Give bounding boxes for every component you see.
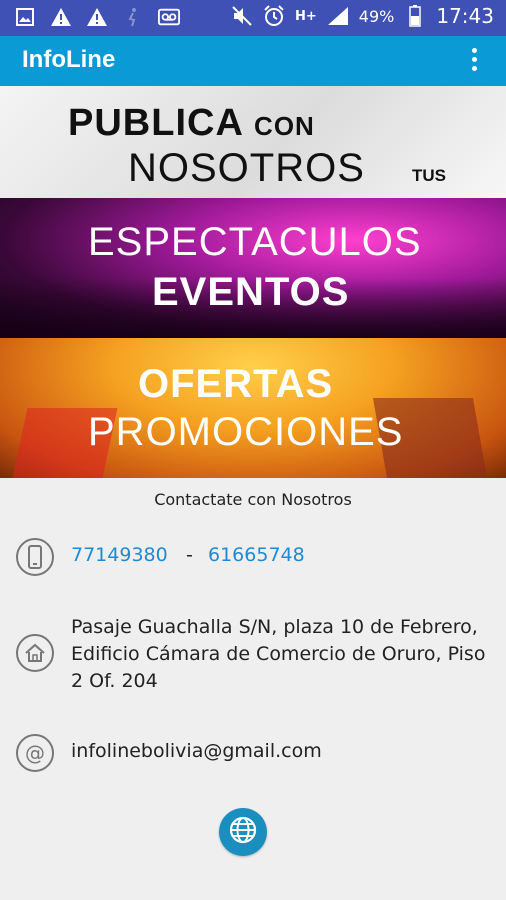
publica-banner[interactable]: PUBLICA CON NOSOTROS TUS <box>0 86 506 198</box>
clock: 17:43 <box>436 4 494 28</box>
nosotros-word: NOSOTROS <box>128 146 365 190</box>
ofertas-text: OFERTAS <box>138 362 334 406</box>
promociones-text: PROMOCIONES <box>88 410 404 454</box>
signal-icon <box>327 5 349 27</box>
battery-percent: 49% <box>358 6 395 26</box>
overflow-menu-icon[interactable] <box>464 48 484 74</box>
espectaculos-banner[interactable]: ESPECTACULOS EVENTOS <box>0 198 506 338</box>
ofertas-banner[interactable]: OFERTAS PROMOCIONES <box>0 338 506 478</box>
phone-separator: - <box>186 544 193 566</box>
app-bar: InfoLine <box>0 36 506 86</box>
home-icon <box>16 634 54 672</box>
website-button[interactable] <box>219 808 267 856</box>
phone-link-2[interactable]: 61665748 <box>208 544 305 566</box>
voicemail-icon <box>158 6 180 28</box>
publica-word: PUBLICA <box>68 102 243 144</box>
tus-word: TUS <box>412 166 446 185</box>
publica-headline: PUBLICA CON <box>68 102 315 145</box>
battery-icon <box>404 5 426 27</box>
globe-icon <box>228 815 258 849</box>
email-row: @ infolinebolivia@gmail.com <box>0 732 506 776</box>
image-notification-icon <box>14 6 36 28</box>
eventos-text: EVENTOS <box>152 270 350 314</box>
at-sign-icon: @ <box>16 734 54 772</box>
contact-title: Contactate con Nosotros <box>154 490 352 509</box>
mobile-phone-icon <box>16 538 54 576</box>
con-word: CON <box>254 111 315 141</box>
espectaculos-text: ESPECTACULOS <box>88 220 422 264</box>
network-type: H+ <box>295 8 317 24</box>
address-text: Pasaje Guachalla S/N, plaza 10 de Febrer… <box>71 616 486 692</box>
warning-icon <box>86 6 108 28</box>
phone-row: 77149380 - 61665748 <box>0 536 506 580</box>
system-status: H+ 49% 17:43 <box>231 4 494 28</box>
activity-icon <box>122 6 144 28</box>
alarm-icon <box>263 5 285 27</box>
mute-icon <box>231 5 253 27</box>
notification-icons <box>14 6 180 28</box>
warning-icon <box>50 6 72 28</box>
email-text[interactable]: infolinebolivia@gmail.com <box>71 740 322 762</box>
address-row: Pasaje Guachalla S/N, plaza 10 de Febrer… <box>0 612 506 698</box>
app-title: InfoLine <box>22 46 116 73</box>
phone-link-1[interactable]: 77149380 <box>71 544 168 566</box>
status-bar: H+ 49% 17:43 <box>0 0 506 36</box>
